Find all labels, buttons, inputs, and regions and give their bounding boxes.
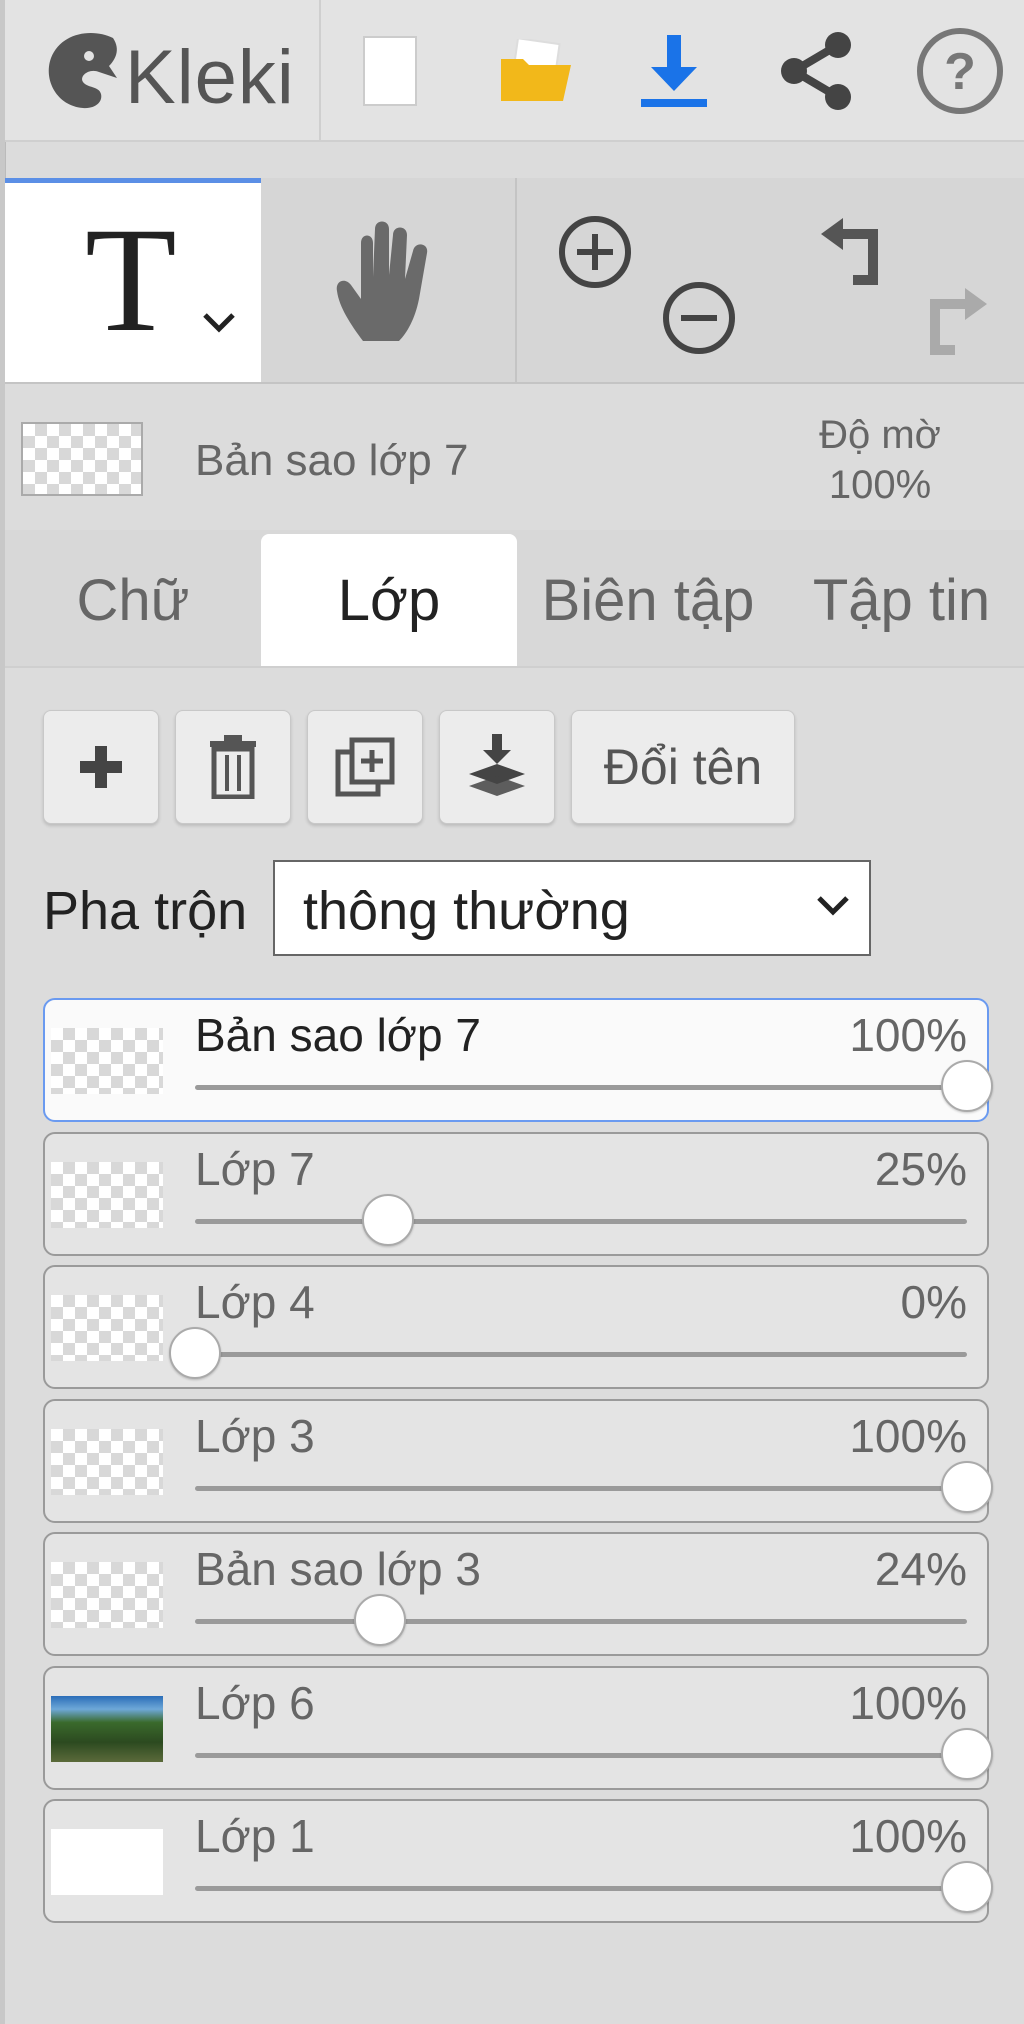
- layer-name: Bản sao lớp 7: [195, 1009, 481, 1061]
- panel-tabs: Chữ Lớp Biên tập Tập tin: [5, 530, 1024, 668]
- merge-down-icon: [469, 734, 525, 796]
- zoom-in-icon[interactable]: [557, 214, 633, 295]
- layer-thumbnail: [51, 1695, 163, 1762]
- layer-opacity-slider-handle[interactable]: [354, 1594, 407, 1646]
- layer-opacity-slider-track[interactable]: [195, 1485, 967, 1491]
- layer-row[interactable]: Lớp 6 100%: [43, 1665, 993, 1790]
- layer-name: Lớp 6: [195, 1676, 315, 1729]
- layer-name: Lớp 1: [195, 1810, 315, 1862]
- tab-edit[interactable]: Biên tập: [517, 534, 779, 666]
- merge-down-button[interactable]: [439, 710, 555, 824]
- hand-icon: [336, 221, 428, 341]
- layer-opacity-percent: 100%: [849, 1810, 967, 1862]
- opacity-value: 100%: [828, 463, 932, 507]
- layer-opacity-slider-track[interactable]: [195, 1218, 967, 1224]
- blend-mode-value: thông thường: [303, 881, 630, 941]
- layer-thumbnail: [51, 1428, 163, 1495]
- layer-opacity-percent: 100%: [849, 1009, 967, 1061]
- layer-row[interactable]: Lớp 7 25%: [43, 1131, 989, 1256]
- layer-opacity-slider-track[interactable]: [195, 1085, 967, 1090]
- layer-opacity-percent: 100%: [849, 1409, 967, 1462]
- add-layer-button[interactable]: [43, 710, 159, 824]
- undo-icon[interactable]: [813, 214, 889, 295]
- layer-opacity-percent: 0%: [900, 1276, 967, 1328]
- active-layer-name: Bản sao lớp 7: [195, 436, 469, 485]
- duplicate-icon: [335, 737, 395, 797]
- layer-opacity-slider-handle[interactable]: [941, 1060, 993, 1112]
- app-logo: Kleki: [5, 0, 321, 140]
- zoom-out-icon[interactable]: [661, 280, 737, 361]
- layer-opacity-slider-track[interactable]: [195, 1886, 967, 1891]
- delete-layer-button[interactable]: [175, 710, 291, 824]
- layer-row[interactable]: Bản sao lớp 7 100%: [43, 998, 993, 1122]
- layer-thumbnail: [51, 1295, 163, 1361]
- opacity-readout: Độ mờ 100%: [800, 410, 960, 510]
- layer-opacity-slider-track[interactable]: [195, 1352, 967, 1357]
- chevron-down-icon[interactable]: [201, 311, 237, 333]
- tab-file[interactable]: Tập tin: [779, 534, 1024, 666]
- layer-opacity-percent: 24%: [874, 1543, 967, 1595]
- blend-mode-select[interactable]: thông thường: [273, 860, 871, 956]
- layer-opacity-percent: 100%: [849, 1676, 967, 1729]
- active-layer-thumbnail: [21, 422, 143, 496]
- layer-opacity-slider-track[interactable]: [195, 1752, 967, 1758]
- layer-thumbnail: [51, 1829, 163, 1895]
- opacity-label: Độ mờ: [819, 413, 941, 457]
- layers-panel: Đổi tên Pha trộn thông thường Bản sao lớ…: [5, 668, 1024, 2024]
- layer-opacity-slider-handle[interactable]: [362, 1193, 414, 1246]
- active-layer-info: Bản sao lớp 7 Độ mờ 100%: [5, 384, 1024, 530]
- layer-opacity-slider-handle[interactable]: [941, 1727, 993, 1780]
- layer-thumbnail: [51, 1562, 163, 1628]
- layer-opacity-slider-handle[interactable]: [941, 1861, 993, 1913]
- layer-opacity-slider-handle[interactable]: [941, 1460, 993, 1513]
- top-bar: Kleki ?: [5, 0, 1024, 142]
- share-icon[interactable]: [771, 26, 861, 116]
- layer-opacity-slider-handle[interactable]: [169, 1327, 221, 1379]
- redo-icon[interactable]: [919, 284, 995, 365]
- layer-thumbnail: [51, 1161, 163, 1228]
- layer-name: Lớp 7: [195, 1142, 315, 1195]
- chevron-down-icon: [817, 896, 849, 916]
- layer-name: Lớp 3: [195, 1409, 315, 1462]
- layer-opacity-percent: 25%: [874, 1142, 967, 1195]
- kleki-logo-icon: [48, 32, 117, 109]
- layer-row[interactable]: Lớp 1 100%: [43, 1799, 993, 1923]
- layer-row[interactable]: Lớp 4 0%: [43, 1265, 989, 1389]
- layer-name: Lớp 4: [195, 1276, 315, 1328]
- layer-row[interactable]: Bản sao lớp 3 24%: [43, 1532, 989, 1656]
- duplicate-layer-button[interactable]: [307, 710, 423, 824]
- layer-thumbnail: [51, 1028, 163, 1094]
- blend-mode-label: Pha trộn: [43, 881, 248, 941]
- layer-row[interactable]: Lớp 3 100%: [43, 1398, 993, 1523]
- help-icon[interactable]: ?: [915, 26, 1005, 116]
- layer-opacity-slider-track[interactable]: [195, 1619, 967, 1624]
- tool-row: T: [5, 178, 1024, 384]
- hand-tool-button[interactable]: [261, 178, 517, 382]
- plus-icon: [80, 746, 122, 788]
- layer-name: Bản sao lớp 3: [195, 1543, 481, 1595]
- new-file-icon[interactable]: [345, 26, 435, 116]
- tab-text[interactable]: Chữ: [5, 534, 261, 666]
- download-icon[interactable]: [629, 26, 719, 116]
- app-name: Kleki: [125, 35, 295, 120]
- text-tool-button[interactable]: T: [5, 178, 261, 382]
- rename-layer-button[interactable]: Đổi tên: [571, 710, 795, 824]
- text-tool-icon: T: [85, 197, 177, 363]
- trash-icon: [210, 735, 256, 799]
- tab-layers[interactable]: Lớp: [261, 534, 517, 666]
- svg-text:?: ?: [944, 43, 976, 101]
- open-folder-icon[interactable]: [491, 26, 581, 116]
